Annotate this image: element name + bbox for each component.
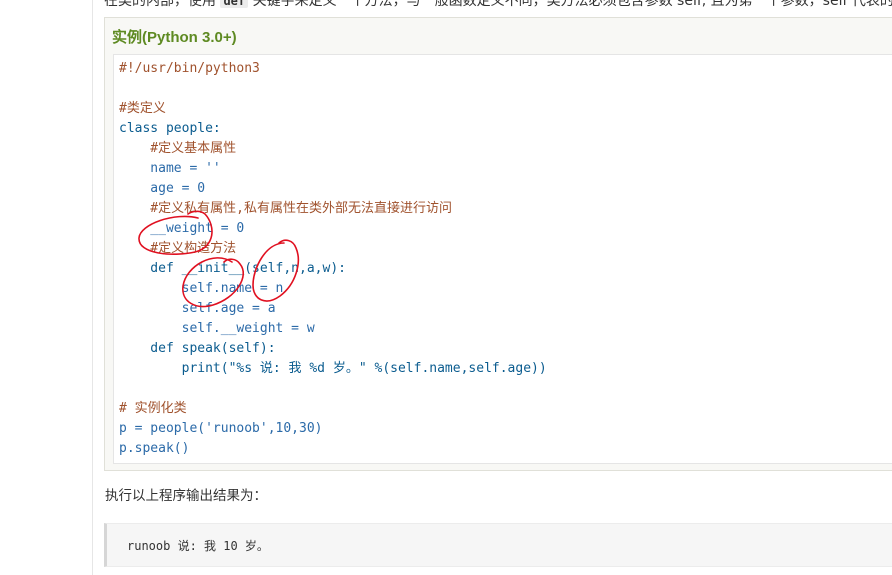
output-box: runoob 说: 我 10 岁。 — [104, 523, 892, 567]
code-listing: #!/usr/bin/python3 #类定义 class people: #定义基… — [119, 59, 547, 459]
code-line-4: class people: — [119, 121, 221, 136]
code-line-20: p.speak() — [119, 441, 190, 456]
code-line-1: #!/usr/bin/python3 — [119, 61, 260, 76]
code-line-3: #类定义 — [119, 101, 166, 116]
intro-text-before: 在类的内部，使用 — [104, 0, 216, 9]
code-block: #!/usr/bin/python3 #类定义 class people: #定义基… — [113, 54, 892, 464]
code-line-11: def __init__(self,n,a,w): — [119, 261, 346, 276]
code-line-9: __weight = 0 — [119, 221, 245, 236]
code-line-7: age = 0 — [119, 181, 206, 196]
code-line-14: self.__weight = w — [119, 321, 315, 336]
code-line-10: #定义构造方法 — [119, 241, 237, 256]
code-line-16: print("%s 说: 我 %d 岁。" %(self.name,self.a… — [119, 361, 547, 376]
code-line-13: self.age = a — [119, 301, 276, 316]
output-text: runoob 说: 我 10 岁。 — [127, 539, 269, 553]
code-line-18: # 实例化类 — [119, 401, 187, 416]
code-line-12: self.name = n — [119, 281, 284, 296]
code-line-15: def speak(self): — [119, 341, 276, 356]
intro-text-after: 关键字来定义一个方法，与一般函数定义不同，类方法必须包含参数 self, 且为第… — [252, 0, 892, 9]
code-line-19: p = people('runoob',10,30) — [119, 421, 323, 436]
content-left-border — [92, 0, 93, 575]
intro-paragraph: 在类的内部，使用 def 关键字来定义一个方法，与一般函数定义不同，类方法必须包… — [104, 0, 892, 11]
code-line-6: name = '' — [119, 161, 221, 176]
code-line-5: #定义基本属性 — [119, 141, 237, 156]
example-box: 实例(Python 3.0+) #!/usr/bin/python3 #类定义 cl… — [104, 17, 892, 471]
result-label: 执行以上程序输出结果为： — [105, 488, 267, 504]
inline-code-def: def — [220, 0, 249, 8]
code-line-8: #定义私有属性,私有属性在类外部无法直接进行访问 — [119, 201, 452, 216]
example-title: 实例(Python 3.0+) — [112, 29, 237, 46]
